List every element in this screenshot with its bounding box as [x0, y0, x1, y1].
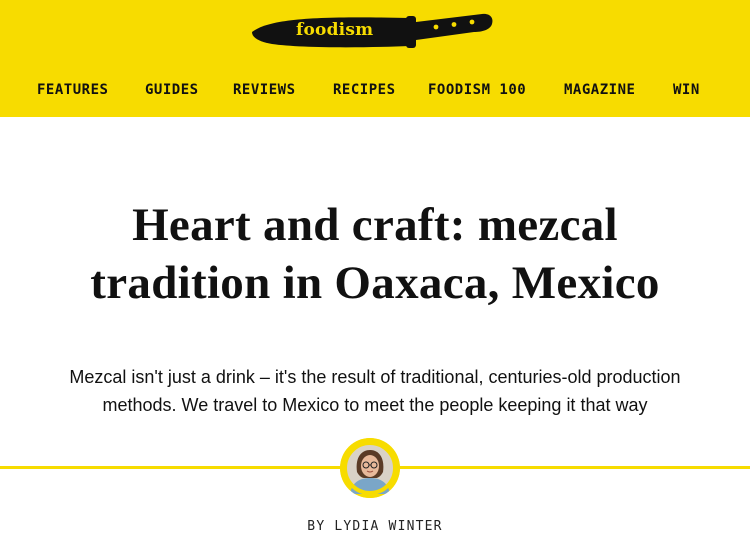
article-title-line-1: Heart and craft: mezcal: [132, 199, 618, 251]
nav-item-reviews[interactable]: REVIEWS: [233, 82, 296, 98]
author-byline[interactable]: BY LYDIA WINTER: [0, 519, 750, 534]
nav-item-magazine[interactable]: MAGAZINE: [564, 82, 635, 98]
author-avatar[interactable]: [340, 438, 400, 498]
logo-wordmark: foodism: [296, 20, 374, 40]
standfirst-line-2: methods. We travel to Mexico to meet the…: [102, 395, 648, 415]
nav-item-features[interactable]: FEATURES: [37, 82, 108, 98]
site-logo[interactable]: foodism: [250, 10, 495, 52]
nav-item-recipes[interactable]: RECIPES: [333, 82, 396, 98]
main-navigation: FEATURES GUIDES REVIEWS RECIPES FOODISM …: [0, 82, 750, 106]
site-header: foodism FEATURES GUIDES REVIEWS RECIPES …: [0, 0, 750, 117]
article-title: Heart and craft: mezcal tradition in Oax…: [0, 196, 750, 312]
nav-item-win[interactable]: WIN: [673, 82, 700, 98]
article-standfirst: Mezcal isn't just a drink – it's the res…: [0, 363, 750, 419]
standfirst-line-1: Mezcal isn't just a drink – it's the res…: [69, 367, 681, 387]
author-photo: [340, 438, 400, 498]
nav-item-foodism-100[interactable]: FOODISM 100: [428, 82, 526, 98]
nav-item-guides[interactable]: GUIDES: [145, 82, 199, 98]
article-title-line-2: tradition in Oaxaca, Mexico: [90, 257, 660, 309]
